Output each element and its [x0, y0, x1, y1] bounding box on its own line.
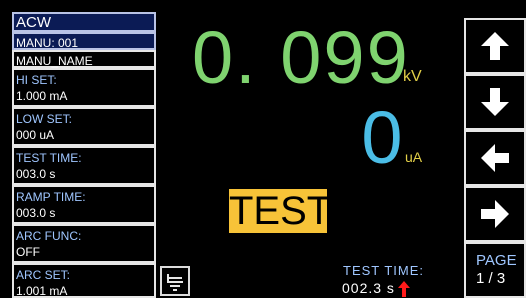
manu-name-cell[interactable]: MANU_NAME: [12, 50, 156, 68]
low-set-cell[interactable]: LOW SET: 000 uA: [12, 107, 156, 146]
manu-number-cell[interactable]: MANU: 001: [12, 32, 156, 50]
hi-set-title: HI SET:: [16, 73, 57, 87]
arrow-up-button[interactable]: [464, 18, 526, 74]
test-time-cell[interactable]: TEST TIME: 003.0 s: [12, 146, 156, 185]
arc-func-cell[interactable]: ARC FUNC: OFF: [12, 224, 156, 263]
low-set-value: 000 uA: [16, 128, 55, 142]
voltage-unit: kV: [403, 68, 422, 85]
arrow-left-button[interactable]: [464, 130, 526, 186]
settings-panel: ACW MANU: 001 MANU_NAME HI SET: 1.000 mA…: [12, 12, 156, 298]
manu-number: MANU: 001: [16, 36, 79, 50]
arrow-right-button[interactable]: [464, 186, 526, 242]
arc-set-cell[interactable]: ARC SET: 1.001 mA: [12, 263, 156, 298]
ramp-time-cell[interactable]: RAMP TIME: 003.0 s: [12, 185, 156, 224]
arrow-up-icon: [481, 32, 509, 60]
red-up-arrow-icon: [398, 281, 410, 297]
arrow-left-icon: [481, 144, 509, 172]
arc-set-title: ARC SET:: [16, 268, 71, 282]
current-readout: 0: [361, 96, 403, 179]
arc-func-value: OFF: [16, 245, 40, 259]
arc-set-value: 1.001 mA: [16, 284, 68, 298]
voltage-readout: 0. 099: [192, 16, 410, 99]
ramp-time-title: RAMP TIME:: [16, 190, 86, 204]
page-number: 1 / 3: [476, 270, 506, 287]
arrow-right-icon: [481, 200, 509, 228]
test-time-title: TEST TIME:: [16, 151, 82, 165]
test-time-value: 003.0 s: [16, 167, 56, 181]
arrow-down-icon: [481, 88, 509, 116]
ground-button[interactable]: [160, 266, 190, 296]
ramp-time-value: 003.0 s: [16, 206, 56, 220]
mode-label: ACW: [16, 14, 51, 31]
hi-set-cell[interactable]: HI SET: 1.000 mA: [12, 68, 156, 107]
ground-icon: [167, 274, 183, 291]
page-label: PAGE: [476, 252, 517, 269]
elapsed-time-title: TEST TIME:: [343, 263, 425, 278]
elapsed-time-value: 002.3 s: [342, 280, 395, 296]
mode-indicator: ACW: [12, 12, 156, 32]
arc-func-title: ARC FUNC:: [16, 229, 82, 243]
test-status-badge: TEST: [229, 189, 332, 233]
page-button[interactable]: PAGE 1 / 3: [464, 242, 526, 298]
current-unit: uA: [405, 149, 423, 165]
arrow-down-button[interactable]: [464, 74, 526, 130]
low-set-title: LOW SET:: [16, 112, 73, 126]
manu-name: MANU_NAME: [16, 54, 93, 68]
hi-set-value: 1.000 mA: [16, 89, 68, 103]
